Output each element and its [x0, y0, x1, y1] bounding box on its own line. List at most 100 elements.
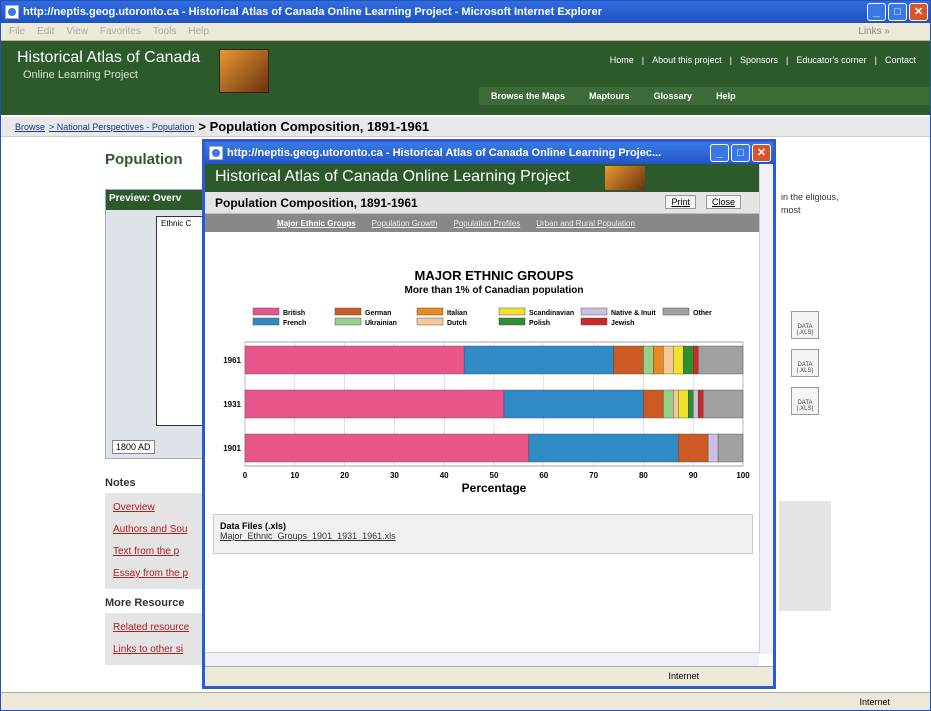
data-xls-icon[interactable]: DATA (.XLS) — [791, 387, 819, 415]
crumb-national[interactable]: > National Perspectives - Population — [49, 122, 194, 132]
map-preview[interactable]: Preview: Overv Ethnic C 1800 AD — [105, 189, 216, 459]
legend-label: Scandinavian — [529, 310, 574, 317]
menu-file[interactable]: File — [9, 26, 25, 37]
close-button[interactable]: ✕ — [752, 144, 771, 162]
bar-segment — [463, 345, 614, 375]
resource-link[interactable]: Related resource — [113, 617, 207, 639]
tab-major-ethnic-groups[interactable]: Major Ethnic Groups — [277, 219, 356, 228]
legend-label: French — [283, 320, 306, 327]
section-bar: Population Composition, 1891-1961 Print C… — [205, 192, 773, 214]
nav-home[interactable]: Home — [610, 55, 634, 65]
minimize-button[interactable]: _ — [710, 144, 729, 162]
legend-label: Native & Inuit — [611, 310, 656, 317]
status-bar: Internet — [1, 692, 930, 710]
maximize-button[interactable]: □ — [731, 144, 750, 162]
data-xls-icon[interactable]: DATA (.XLS) — [791, 311, 819, 339]
menu-edit[interactable]: Edit — [37, 26, 54, 37]
nav-sep: | — [786, 55, 789, 65]
atlas-logo — [605, 166, 645, 190]
bar-segment — [697, 345, 744, 375]
menu-tools[interactable]: Tools — [153, 26, 176, 37]
links-button[interactable]: Links » — [858, 26, 890, 37]
data-files-heading: Data Files (.xls) — [220, 521, 287, 531]
nav-browse-maps[interactable]: Browse the Maps — [479, 91, 577, 101]
nav-help[interactable]: Help — [704, 91, 748, 101]
resources-heading: More Resource — [105, 597, 185, 609]
minimize-button[interactable]: _ — [867, 3, 886, 21]
resource-link[interactable]: Links to other si — [113, 639, 207, 661]
nav-maptours[interactable]: Maptours — [577, 91, 642, 101]
bar-segment — [643, 389, 664, 419]
atlas-logo — [219, 49, 269, 93]
bar-segment — [503, 389, 644, 419]
bar-segment — [702, 389, 744, 419]
ie-icon — [5, 5, 19, 19]
bar-segment — [643, 345, 654, 375]
tab-population-profiles[interactable]: Population Profiles — [454, 219, 521, 228]
legend-label: Polish — [529, 320, 550, 327]
nav-contact[interactable]: Contact — [885, 55, 916, 65]
data-file-link[interactable]: Major_Ethnic_Groups_1901_1931_1961.xls — [220, 531, 396, 541]
tab-urban-rural[interactable]: Urban and Rural Population — [536, 219, 635, 228]
chart-title: MAJOR ETHNIC GROUPS — [415, 268, 574, 283]
status-zone: Internet — [859, 696, 890, 707]
menu-help[interactable]: Help — [188, 26, 209, 37]
legend-swatch — [498, 307, 526, 316]
note-link[interactable]: Text from the p — [113, 541, 207, 563]
x-tick-label: 30 — [390, 471, 399, 480]
window-titlebar: http://neptis.geog.utoronto.ca - Histori… — [1, 1, 930, 23]
close-button[interactable]: ✕ — [909, 3, 928, 21]
legend-swatch — [580, 307, 608, 316]
top-nav: Home | About this project | Sponsors | Educ… — [610, 55, 916, 65]
legend-label: Jewish — [611, 320, 634, 327]
page-title: Population — [105, 151, 183, 168]
bar-segment — [244, 433, 530, 463]
print-button[interactable]: Print — [665, 195, 696, 209]
note-link[interactable]: Overview — [113, 497, 207, 519]
nav-about[interactable]: About this project — [652, 55, 722, 65]
nav-sponsors[interactable]: Sponsors — [740, 55, 778, 65]
site-title[interactable]: Historical Atlas of Canada — [17, 49, 200, 67]
legend-swatch — [252, 307, 280, 316]
breadcrumb: Browse > National Perspectives - Populat… — [1, 117, 930, 137]
x-tick-label: 60 — [539, 471, 548, 480]
x-tick-label: 20 — [340, 471, 349, 480]
bar-segment — [678, 389, 689, 419]
popup-tabs: Major Ethnic Groups Population Growth Po… — [205, 214, 773, 232]
legend-label: Italian — [447, 310, 467, 317]
nav-educators[interactable]: Educator's corner — [796, 55, 866, 65]
note-link[interactable]: Authors and Sou — [113, 519, 207, 541]
nav-glossary[interactable]: Glossary — [642, 91, 705, 101]
x-tick-label: 100 — [736, 471, 750, 480]
menu-favorites[interactable]: Favorites — [100, 26, 141, 37]
close-link[interactable]: Close — [705, 195, 741, 209]
bar-segment — [244, 389, 505, 419]
bar-segment — [683, 345, 694, 375]
legend-label: Other — [693, 310, 712, 317]
x-tick-label: 80 — [639, 471, 648, 480]
note-link[interactable]: Essay from the p — [113, 563, 207, 585]
menu-bar: File Edit View Favorites Tools Help Link… — [1, 23, 930, 41]
data-xls-icon[interactable]: DATA (.XLS) — [791, 349, 819, 377]
y-tick-label: 1931 — [223, 400, 241, 409]
bar-segment — [717, 433, 744, 463]
bar-segment — [613, 345, 644, 375]
legend-swatch — [498, 317, 526, 326]
bar-segment — [663, 345, 674, 375]
tab-population-growth[interactable]: Population Growth — [372, 219, 438, 228]
legend-swatch — [416, 317, 444, 326]
nav-sep: | — [729, 55, 732, 65]
legend-label: German — [365, 310, 391, 317]
y-tick-label: 1901 — [223, 444, 241, 453]
legend-swatch — [334, 317, 362, 326]
vertical-scrollbar[interactable] — [759, 164, 773, 654]
bar-segment — [688, 389, 694, 419]
nav-sep: | — [641, 55, 645, 65]
horizontal-scrollbar[interactable] — [205, 652, 759, 666]
menu-view[interactable]: View — [66, 26, 88, 37]
bar-segment — [693, 389, 699, 419]
section-nav: Browse the Maps Maptours Glossary Help — [479, 87, 930, 105]
bar-segment — [673, 389, 679, 419]
crumb-browse[interactable]: Browse — [15, 122, 45, 132]
maximize-button[interactable]: □ — [888, 3, 907, 21]
